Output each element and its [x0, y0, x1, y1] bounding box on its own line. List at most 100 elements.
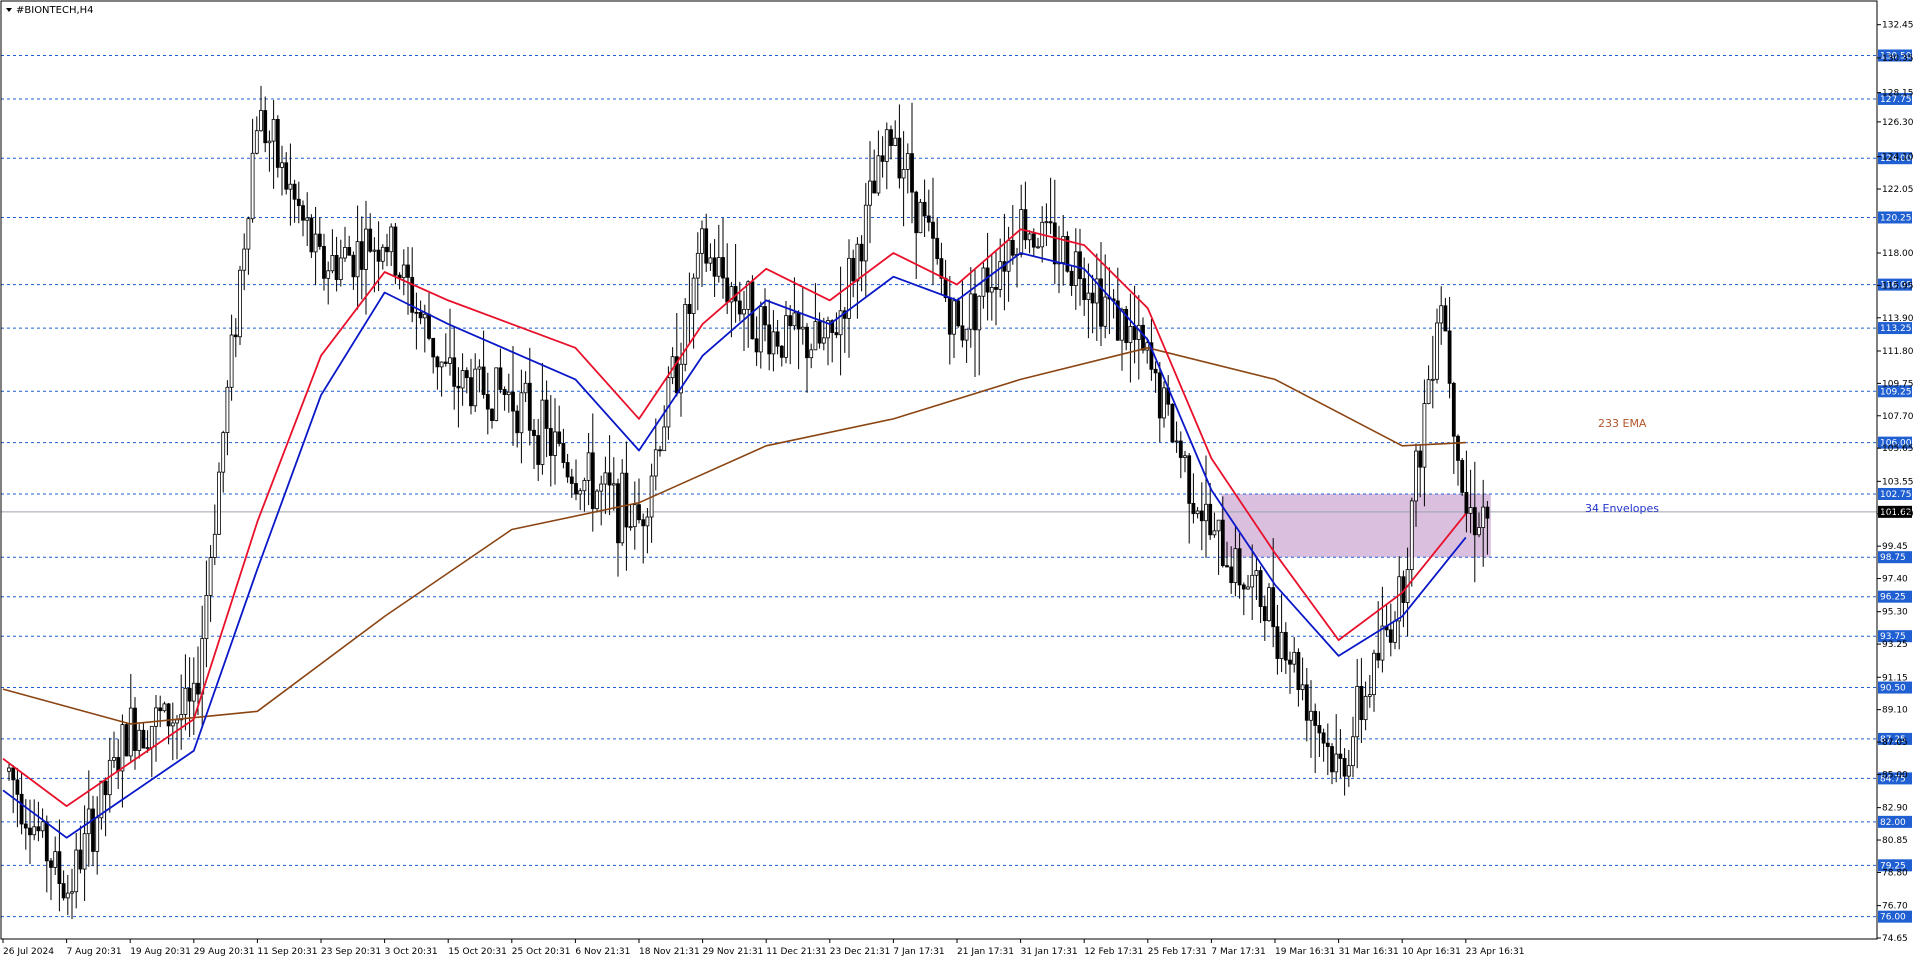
y-tick-label: 126.30 [1882, 118, 1914, 128]
candle [217, 462, 221, 535]
candle-body [834, 332, 839, 336]
candle-body [481, 366, 486, 395]
candle [683, 298, 688, 372]
envelopes-label: 34 Envelopes [1585, 502, 1659, 515]
candle-body [935, 237, 940, 260]
y-tick-label: 109.75 [1882, 379, 1914, 389]
candle-body [523, 382, 528, 394]
x-tick-label: 25 Oct 20:31 [512, 947, 571, 957]
candle-body [1363, 695, 1368, 721]
candle-body [1120, 308, 1124, 341]
candle-body [519, 392, 524, 434]
x-tick-label: 7 Mar 17:31 [1211, 947, 1265, 957]
candle-body [1309, 710, 1313, 721]
candle-body [485, 394, 490, 410]
y-tick-label: 82.90 [1882, 804, 1908, 814]
candle-body [767, 324, 772, 355]
candle-body [754, 338, 759, 353]
candle-body [1036, 246, 1040, 249]
candle-body [1090, 292, 1095, 304]
candle-body [1237, 548, 1242, 586]
candle-body [1178, 440, 1183, 458]
candle-body [271, 118, 276, 142]
candle-body [792, 312, 797, 327]
y-tick-label: 89.10 [1882, 706, 1908, 716]
candle-body [1187, 455, 1192, 504]
candle-body [473, 368, 478, 407]
candle-body [343, 247, 347, 259]
candle-body [775, 331, 780, 347]
candle-body [994, 287, 998, 290]
candle-body [628, 526, 633, 529]
y-tick-label: 105.65 [1882, 444, 1914, 454]
candle-body [1233, 548, 1238, 584]
candle-body [1246, 586, 1250, 590]
candle-body [1241, 584, 1246, 590]
candle-body [1414, 450, 1418, 502]
candle-body [11, 767, 16, 781]
candle-body [221, 432, 226, 473]
candle-body [1321, 732, 1326, 744]
candle-body [1338, 753, 1343, 759]
candle-body [154, 707, 158, 727]
candle-body [414, 311, 419, 314]
candle-body [821, 337, 826, 344]
candle-body [448, 357, 452, 364]
candle-body [469, 377, 473, 407]
candle-body [1082, 278, 1087, 300]
candle-body [418, 312, 423, 319]
y-tick-label: 85.00 [1882, 770, 1908, 780]
x-tick-label: 3 Oct 20:31 [385, 947, 438, 957]
candle-body [477, 366, 482, 370]
chart-title[interactable]: #BIONTECH,H4 [6, 5, 94, 16]
y-tick-label: 101.50 [1882, 510, 1914, 520]
price-chart[interactable]: 130.50127.75124.00120.25116.00113.25109.… [0, 0, 1916, 963]
candle [393, 222, 398, 285]
candle-body [662, 426, 667, 452]
candle-body [78, 849, 83, 870]
candle-body [784, 315, 788, 358]
x-tick-label: 18 Nov 21:31 [639, 947, 700, 957]
y-tick-label: 115.95 [1882, 281, 1914, 291]
envelope-zone-layer [1221, 493, 1491, 558]
candle-body [124, 724, 129, 757]
candle-body [158, 707, 163, 712]
candle-body [872, 180, 877, 194]
candle-body [968, 293, 973, 330]
candle-body [305, 217, 310, 221]
candle-body [964, 328, 969, 341]
candle-body [364, 228, 368, 270]
candle-body [103, 780, 108, 796]
candle-body [586, 452, 591, 481]
candle-body [338, 257, 343, 280]
candle-body [1464, 491, 1469, 514]
candle-body [380, 246, 385, 262]
level-badge: 76.00 [1878, 910, 1912, 923]
candle-body [322, 246, 326, 279]
candle-body [389, 226, 394, 253]
candle-body [141, 729, 146, 749]
candle-body [242, 248, 247, 271]
candle-body [565, 462, 570, 478]
candle-body [868, 180, 872, 206]
candle-body [313, 233, 318, 253]
level-badge: 90.50 [1878, 681, 1912, 694]
candle-body [922, 201, 927, 217]
level-badge: 102.75 [1878, 487, 1912, 500]
candle-body [712, 257, 717, 277]
candle-body [557, 431, 562, 444]
candle-body [569, 476, 574, 484]
candle-body [595, 490, 599, 510]
candle-body [616, 483, 620, 544]
candle-body [1031, 233, 1036, 248]
x-tick-label: 31 Jan 17:31 [1021, 947, 1078, 957]
candle-body [910, 153, 914, 193]
candle-body [553, 431, 557, 456]
candle-body [641, 519, 646, 527]
candle-body [926, 215, 931, 223]
candle-body [645, 516, 650, 527]
candle-body [742, 308, 746, 315]
candle-body [128, 707, 133, 757]
candle-body [859, 243, 864, 262]
candle-body [1132, 325, 1137, 340]
